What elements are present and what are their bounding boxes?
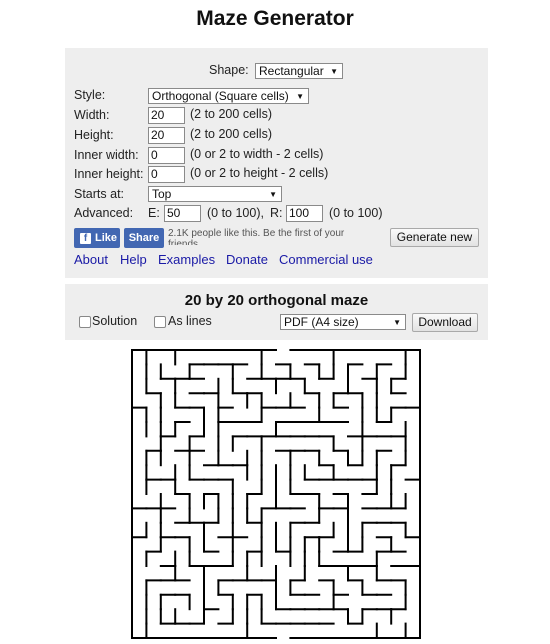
advanced-label: Advanced: xyxy=(74,206,134,220)
inner-width-hint: (0 or 2 to width - 2 cells) xyxy=(190,147,324,161)
e-label: E: xyxy=(148,206,160,220)
starts-at-select[interactable]: Top ▼ xyxy=(148,186,282,202)
height-hint: (2 to 200 cells) xyxy=(190,127,272,141)
style-select-value: Orthogonal (Square cells) xyxy=(152,89,289,103)
link-commercial-use[interactable]: Commercial use xyxy=(279,252,373,267)
solution-label: Solution xyxy=(92,314,138,328)
chevron-down-icon: ▼ xyxy=(269,190,277,199)
generate-new-button[interactable]: Generate new xyxy=(390,228,479,247)
shape-select[interactable]: Rectangular ▼ xyxy=(255,63,343,79)
facebook-like-label: Like xyxy=(95,232,118,244)
maze-canvas xyxy=(131,349,421,639)
solution-checkbox[interactable] xyxy=(79,316,91,328)
facebook-like-text-2: friends. xyxy=(168,239,201,245)
settings-panel: Shape: Rectangular ▼ Style: Orthogonal (S… xyxy=(65,48,488,278)
facebook-like-text-1: 2.1K people like this. Be the first of y… xyxy=(168,228,345,239)
starts-at-value: Top xyxy=(152,187,172,201)
link-help[interactable]: Help xyxy=(120,252,147,267)
link-examples[interactable]: Examples xyxy=(158,252,215,267)
maze-heading: 20 by 20 orthogonal maze xyxy=(184,292,369,309)
inner-height-hint: (0 or 2 to height - 2 cells) xyxy=(190,166,329,180)
facebook-share-button[interactable]: Share xyxy=(124,228,164,248)
e-input[interactable]: 50 xyxy=(164,205,201,222)
format-select-value: PDF (A4 size) xyxy=(284,315,359,329)
width-label: Width: xyxy=(74,108,110,122)
inner-height-label: Inner height: xyxy=(74,167,144,181)
as-lines-checkbox[interactable] xyxy=(154,316,166,328)
shape-select-value: Rectangular xyxy=(259,64,324,78)
inner-height-input[interactable]: 0 xyxy=(148,166,185,183)
format-select[interactable]: PDF (A4 size) ▼ xyxy=(280,314,406,330)
style-select[interactable]: Orthogonal (Square cells) ▼ xyxy=(148,88,309,104)
style-label: Style: xyxy=(74,88,106,102)
r-label: R: xyxy=(270,206,283,220)
width-input[interactable]: 20 xyxy=(148,107,185,124)
height-label: Height: xyxy=(74,128,114,142)
starts-at-label: Starts at: xyxy=(74,187,125,201)
height-input[interactable]: 20 xyxy=(148,127,185,144)
inner-width-input[interactable]: 0 xyxy=(148,147,185,164)
chevron-down-icon: ▼ xyxy=(330,67,338,76)
inner-width-label: Inner width: xyxy=(74,148,139,162)
as-lines-label: As lines xyxy=(168,314,212,328)
chevron-down-icon: ▼ xyxy=(393,318,401,327)
page-title: Maze Generator xyxy=(196,7,354,30)
facebook-icon: f xyxy=(80,233,91,244)
facebook-like-button[interactable]: f Like xyxy=(74,228,120,248)
chevron-down-icon: ▼ xyxy=(296,92,304,101)
link-about[interactable]: About xyxy=(74,252,108,267)
r-hint: (0 to 100) xyxy=(329,206,383,220)
e-hint: (0 to 100), xyxy=(207,206,264,220)
link-donate[interactable]: Donate xyxy=(226,252,268,267)
r-input[interactable]: 100 xyxy=(286,205,323,222)
shape-label: Shape: xyxy=(209,63,249,77)
download-button[interactable]: Download xyxy=(412,313,478,332)
maze-panel: 20 by 20 orthogonal maze Solution As lin… xyxy=(65,284,488,340)
width-hint: (2 to 200 cells) xyxy=(190,107,272,121)
